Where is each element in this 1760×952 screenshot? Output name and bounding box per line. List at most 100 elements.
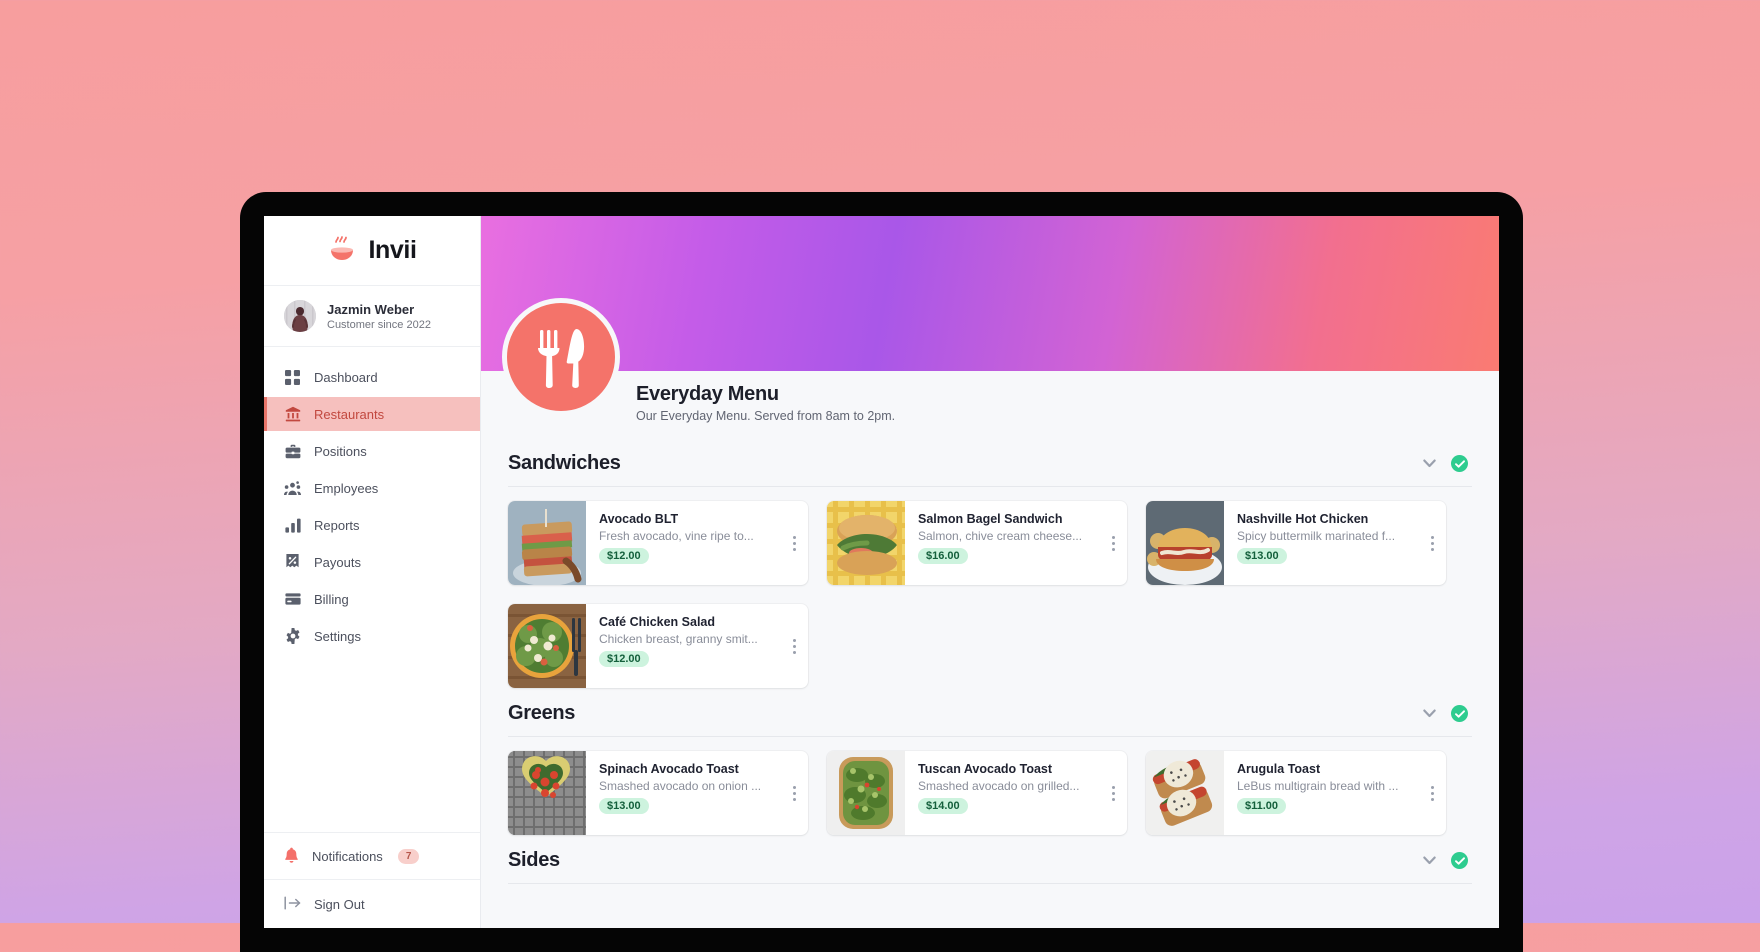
- menu-item-options-button[interactable]: [780, 604, 808, 688]
- menu-item-description: Fresh avocado, vine ripe to...: [599, 529, 754, 543]
- menu-item-card[interactable]: Salmon Bagel Sandwich Salmon, chive cream…: [827, 501, 1127, 585]
- menu-item-options-button[interactable]: [1418, 501, 1446, 585]
- menu-item-description: Salmon, chive cream cheese...: [918, 529, 1083, 543]
- menu-item-card[interactable]: Café Chicken Salad Chicken breast, granny…: [508, 604, 808, 688]
- menu-item-thumbnail: [827, 501, 905, 585]
- check-circle-icon[interactable]: [1451, 705, 1468, 722]
- brand[interactable]: Invii: [264, 216, 480, 286]
- menu-item-price: $13.00: [599, 798, 649, 814]
- menu-item-name: Tuscan Avocado Toast: [918, 762, 1053, 776]
- check-circle-icon[interactable]: [1451, 455, 1468, 472]
- profile-subtitle: Customer since 2022: [327, 318, 431, 331]
- menu-item-description: Smashed avocado on grilled...: [918, 779, 1080, 793]
- menu-item-description: LeBus multigrain bread with ...: [1237, 779, 1399, 793]
- section-title: Greens: [508, 702, 576, 724]
- sidebar-item-label: Billing: [314, 591, 349, 607]
- menu-item-price: $14.00: [918, 798, 968, 814]
- chevron-down-icon[interactable]: [1423, 705, 1436, 723]
- sidebar-item-settings[interactable]: Settings: [264, 619, 480, 653]
- gear-icon: [284, 628, 301, 645]
- main-content: Everyday Menu Our Everyday Menu. Served …: [481, 216, 1499, 928]
- profile[interactable]: Jazmin Weber Customer since 2022: [264, 286, 480, 347]
- menu-item-options-button[interactable]: [780, 751, 808, 835]
- menu-item-description: Spicy buttermilk marinated f...: [1237, 529, 1396, 543]
- bank-icon: [284, 406, 301, 423]
- menu-item-price: $12.00: [599, 548, 649, 564]
- menu-item-card[interactable]: Spinach Avocado Toast Smashed avocado on …: [508, 751, 808, 835]
- hero-banner: [481, 216, 1499, 371]
- avatar: [284, 300, 316, 332]
- menu-item-thumbnail: [1146, 501, 1224, 585]
- sidebar-item-restaurants[interactable]: Restaurants: [264, 397, 480, 431]
- menu-item-name: Spinach Avocado Toast: [599, 762, 739, 776]
- bar-chart-icon: [284, 517, 301, 534]
- sign-out-icon: [284, 895, 301, 913]
- menu-item-body: Salmon Bagel Sandwich Salmon, chive cream…: [905, 501, 1099, 585]
- sign-out-label: Sign Out: [314, 896, 365, 912]
- notifications-item[interactable]: Notifications 7: [264, 833, 480, 880]
- menu-item-thumbnail: [508, 604, 586, 688]
- menu-item-options-button[interactable]: [1418, 751, 1446, 835]
- notifications-badge: 7: [397, 848, 420, 864]
- menu-item-description: Smashed avocado on onion ...: [599, 779, 762, 793]
- sidebar-item-billing[interactable]: Billing: [264, 582, 480, 616]
- menu-sections: Sandwiches Avocado BLT Fresh avocado, vin…: [481, 428, 1499, 892]
- page-title: Everyday Menu: [636, 383, 779, 405]
- menu-item-options-button[interactable]: [780, 501, 808, 585]
- check-circle-icon[interactable]: [1451, 852, 1468, 869]
- brand-name: Invii: [368, 236, 417, 264]
- notifications-label: Notifications: [312, 848, 383, 864]
- sidebar-item-label: Positions: [314, 443, 367, 459]
- menu-item-thumbnail: [508, 501, 586, 585]
- menu-item-body: Café Chicken Salad Chicken breast, granny…: [586, 604, 780, 688]
- laptop-frame: Invii Jazmin Weber Customer since 2022 D…: [240, 192, 1523, 952]
- menu-item-options-button[interactable]: [1099, 501, 1127, 585]
- sidebar-item-label: Employees: [314, 480, 379, 496]
- steaming-bowl-icon: [327, 235, 359, 267]
- sidebar-item-label: Reports: [314, 517, 360, 533]
- section-controls: [1423, 705, 1472, 723]
- section-title: Sandwiches: [508, 452, 621, 474]
- sidebar-footer: Notifications 7 Sign Out: [264, 832, 480, 928]
- sidebar-item-label: Settings: [314, 628, 361, 644]
- sidebar-item-positions[interactable]: Positions: [264, 434, 480, 468]
- menu-item-price: $13.00: [1237, 548, 1287, 564]
- menu-header: Everyday Menu Our Everyday Menu. Served …: [481, 298, 1499, 428]
- bell-icon: [284, 847, 299, 866]
- page-subtitle: Our Everyday Menu. Served from 8am to 2p…: [636, 409, 896, 423]
- section-header: Greens: [508, 692, 1472, 737]
- section-controls: [1423, 455, 1472, 473]
- chevron-down-icon[interactable]: [1423, 852, 1436, 870]
- sidebar-item-employees[interactable]: Employees: [264, 471, 480, 505]
- app-screen: Invii Jazmin Weber Customer since 2022 D…: [264, 216, 1499, 928]
- menu-item-card[interactable]: Avocado BLT Fresh avocado, vine ripe to..…: [508, 501, 808, 585]
- sidebar-item-reports[interactable]: Reports: [264, 508, 480, 542]
- menu-section: Sides: [508, 839, 1472, 892]
- sign-out-item[interactable]: Sign Out: [264, 880, 480, 928]
- menu-item-price: $16.00: [918, 548, 968, 564]
- menu-item-name: Salmon Bagel Sandwich: [918, 512, 1063, 526]
- menu-item-body: Avocado BLT Fresh avocado, vine ripe to..…: [586, 501, 780, 585]
- chevron-down-icon[interactable]: [1423, 455, 1436, 473]
- sidebar-item-dashboard[interactable]: Dashboard: [264, 360, 480, 394]
- menu-section: Sandwiches Avocado BLT Fresh avocado, vin…: [508, 442, 1472, 692]
- grid-icon: [284, 369, 301, 386]
- menu-item-card[interactable]: Tuscan Avocado Toast Smashed avocado on g…: [827, 751, 1127, 835]
- menu-item-card[interactable]: Nashville Hot Chicken Spicy buttermilk ma…: [1146, 501, 1446, 585]
- section-header: Sides: [508, 839, 1472, 884]
- sidebar-item-payouts[interactable]: Payouts: [264, 545, 480, 579]
- menu-item-card[interactable]: Arugula Toast LeBus multigrain bread with…: [1146, 751, 1446, 835]
- briefcase-icon: [284, 443, 301, 460]
- menu-section: Greens Spinach Avocado Toast Smashed avoc…: [508, 692, 1472, 839]
- menu-item-name: Café Chicken Salad: [599, 615, 716, 629]
- menu-item-options-button[interactable]: [1099, 751, 1127, 835]
- sidebar-item-label: Dashboard: [314, 369, 378, 385]
- menu-item-price: $11.00: [1237, 798, 1287, 814]
- menu-item-thumbnail: [1146, 751, 1224, 835]
- section-header: Sandwiches: [508, 442, 1472, 487]
- menu-item-name: Arugula Toast: [1237, 762, 1321, 776]
- menu-item-name: Nashville Hot Chicken: [1237, 512, 1369, 526]
- menu-item-thumbnail: [827, 751, 905, 835]
- menu-item-body: Tuscan Avocado Toast Smashed avocado on g…: [905, 751, 1099, 835]
